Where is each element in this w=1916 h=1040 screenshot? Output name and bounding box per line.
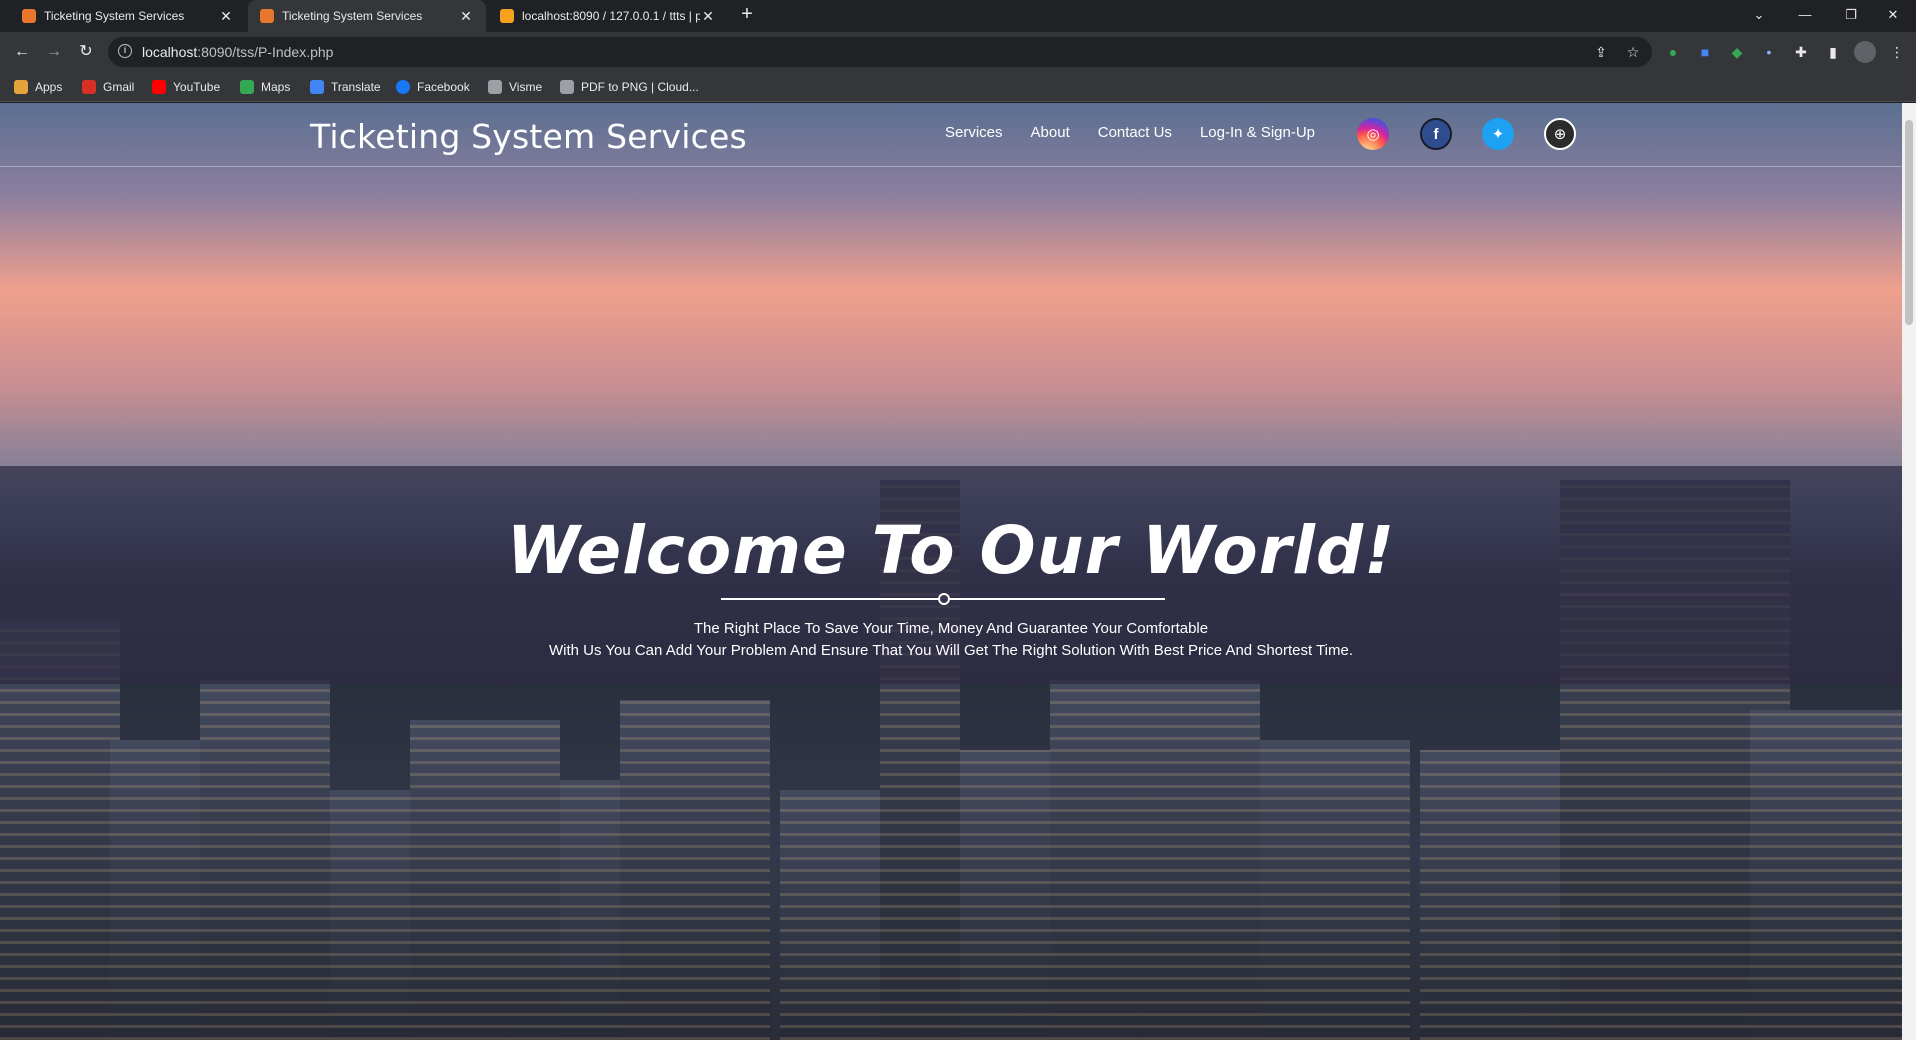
page-viewport: Ticketing System Services Services About… (0, 103, 1902, 1040)
site-title[interactable]: Ticketing System Services (310, 117, 747, 156)
hero-title: Welcome To Our World! (506, 512, 1396, 589)
side-panel-icon[interactable]: ▮ (1822, 41, 1844, 63)
reload-icon[interactable]: ↻ (74, 40, 98, 64)
new-tab-plus-icon[interactable]: + (734, 3, 760, 26)
instagram-icon[interactable]: ◎ (1357, 118, 1389, 150)
hero-subtitle-line1: The Right Place To Save Your Time, Money… (693, 620, 1209, 637)
visme-icon (488, 80, 502, 94)
nav-login-signup[interactable]: Log-In & Sign-Up (1200, 124, 1315, 141)
cloud-icon (560, 80, 574, 94)
profile-avatar[interactable] (1854, 41, 1876, 63)
site-header: Ticketing System Services Services About… (0, 103, 1902, 167)
browser-toolbar: ← → ↻ localhost:8090/tss/P-Index.php i ⇪… (0, 32, 1916, 72)
bookmark-label: Facebook (417, 80, 470, 94)
bookmark-label: Apps (35, 80, 63, 94)
shield-extension-icon[interactable]: ◆ (1726, 41, 1748, 63)
translate-icon (310, 80, 324, 94)
browser-tab[interactable]: localhost:8090 / 127.0.0.1 / ttts | p ✕ (488, 0, 728, 32)
share-icon[interactable]: ⇪ (1590, 41, 1612, 63)
building (110, 740, 200, 1040)
maps-pin-icon (240, 80, 254, 94)
bookmark-apps[interactable]: Apps (14, 79, 62, 95)
bookmark-youtube[interactable]: YouTube (152, 79, 220, 95)
browser-tab-bar: Ticketing System Services ✕ Ticketing Sy… (0, 0, 1916, 32)
bookmark-visme[interactable]: Visme (488, 79, 542, 95)
url-host: localhost (142, 44, 198, 60)
gmail-icon (82, 80, 96, 94)
url-path: :8090/tss/P-Index.php (197, 44, 334, 60)
building (410, 720, 560, 1040)
building (200, 680, 330, 1040)
building (960, 750, 1050, 1040)
site-nav: Services About Contact Us Log-In & Sign-… (945, 124, 1315, 141)
extension-icon[interactable]: • (1758, 41, 1780, 63)
bookmark-label: YouTube (173, 80, 221, 94)
close-icon[interactable]: ✕ (458, 8, 474, 25)
tab-title: Ticketing System Services (282, 9, 423, 23)
facebook-icon (396, 80, 410, 94)
nav-contact-us[interactable]: Contact Us (1098, 124, 1172, 141)
bookmark-label: Translate (331, 80, 381, 94)
facebook-icon[interactable]: f (1420, 118, 1452, 150)
tab-search-chevron-icon[interactable]: ⌄ (1736, 0, 1782, 30)
scrollbar-thumb[interactable] (1905, 120, 1913, 325)
browser-tab-active[interactable]: Ticketing System Services ✕ (248, 0, 486, 32)
bookmarks-bar: Apps Gmail YouTube Maps Translate Facebo… (0, 72, 1916, 102)
site-favicon-icon (260, 9, 274, 23)
hero-subtitle-line2: With Us You Can Add Your Problem And Ens… (548, 642, 1354, 659)
bookmark-label: Visme (509, 80, 543, 94)
divider-dot-icon (938, 593, 950, 605)
building (330, 790, 410, 1040)
close-icon[interactable]: ✕ (700, 8, 716, 25)
globe-icon[interactable]: ⊕ (1544, 118, 1576, 150)
building (1750, 710, 1902, 1040)
minimize-icon[interactable]: — (1782, 0, 1828, 30)
bookmark-label: Gmail (103, 80, 135, 94)
bookmark-label: Maps (261, 80, 291, 94)
building (1050, 680, 1260, 1040)
restore-icon[interactable]: ❐ (1828, 0, 1874, 30)
translate-extension-icon[interactable]: ■ (1694, 41, 1716, 63)
menu-kebab-icon[interactable]: ⋮ (1886, 41, 1908, 63)
nav-services[interactable]: Services (945, 124, 1003, 141)
bookmark-gmail[interactable]: Gmail (82, 79, 134, 95)
building (620, 700, 770, 1040)
site-favicon-icon (22, 9, 36, 23)
bookmark-star-icon[interactable]: ☆ (1622, 41, 1644, 63)
twitter-icon[interactable]: ✦ (1482, 118, 1514, 150)
bookmark-label: PDF to PNG | Cloud... (581, 80, 699, 94)
building (1260, 740, 1410, 1040)
back-arrow-icon[interactable]: ← (10, 40, 34, 64)
extensions-puzzle-icon[interactable]: ✚ (1790, 41, 1812, 63)
forward-arrow-icon[interactable]: → (42, 40, 66, 64)
close-icon[interactable]: ✕ (218, 8, 234, 25)
hero-banner: Welcome To Our World! The Right Place To… (0, 466, 1902, 684)
address-bar[interactable]: localhost:8090/tss/P-Index.php (108, 37, 1652, 67)
phpmyadmin-favicon-icon (500, 9, 514, 23)
nav-about[interactable]: About (1031, 124, 1070, 141)
tab-title: localhost:8090 / 127.0.0.1 / ttts | p (522, 9, 700, 23)
bookmark-facebook[interactable]: Facebook (396, 79, 470, 95)
browser-tab[interactable]: Ticketing System Services ✕ (10, 0, 246, 32)
site-info-icon[interactable]: i (118, 44, 132, 58)
apps-grid-icon (14, 80, 28, 94)
bookmark-pdf-to-png[interactable]: PDF to PNG | Cloud... (560, 79, 699, 95)
bookmark-maps[interactable]: Maps (240, 79, 290, 95)
tab-title: Ticketing System Services (44, 9, 185, 23)
extension-icon[interactable]: ● (1662, 41, 1684, 63)
window-close-icon[interactable]: ✕ (1870, 0, 1916, 30)
bookmark-translate[interactable]: Translate (310, 79, 381, 95)
youtube-icon (152, 80, 166, 94)
